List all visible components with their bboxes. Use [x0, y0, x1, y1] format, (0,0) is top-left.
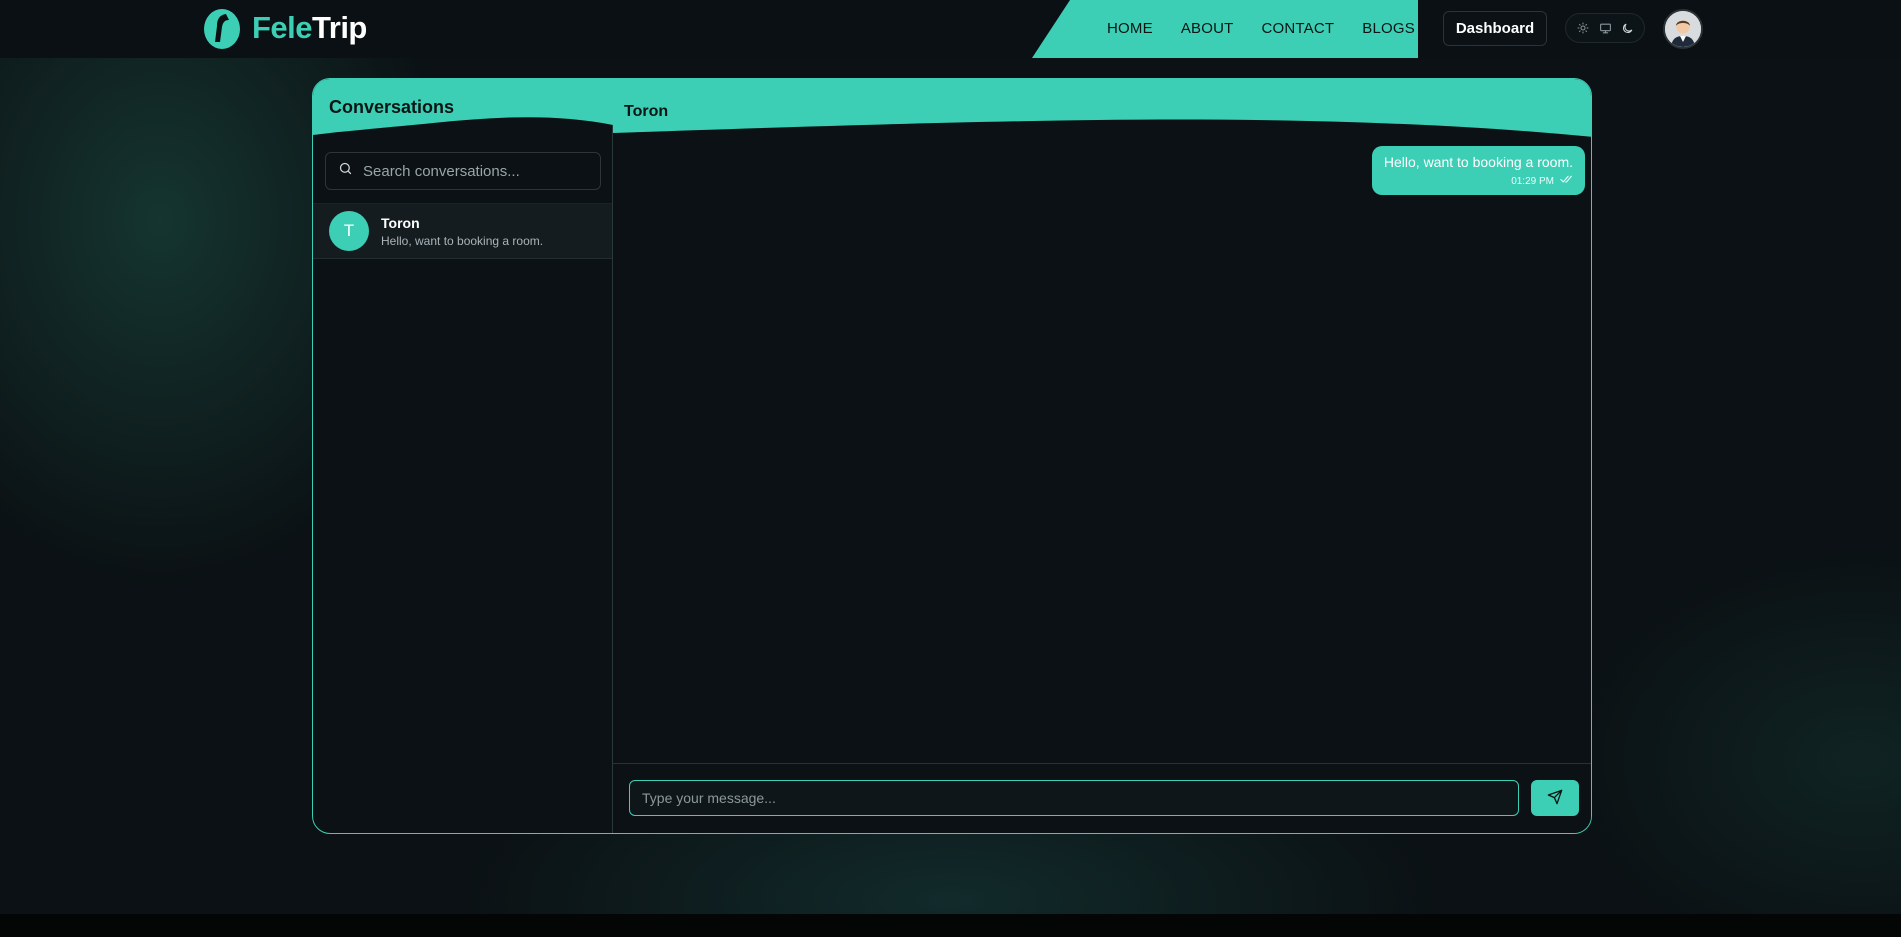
chat-card: Conversations T Toron Hello, want to boo…	[312, 78, 1592, 834]
nav-contact-link[interactable]: CONTACT	[1262, 20, 1335, 37]
message-time: 01:29 PM	[1511, 175, 1554, 187]
brand-name: FeleTrip	[252, 10, 367, 45]
theme-toggle	[1565, 13, 1645, 43]
brand-logo[interactable]: FeleTrip	[202, 6, 367, 50]
bottom-bar	[0, 914, 1901, 937]
monitor-icon[interactable]	[1595, 18, 1615, 38]
nav-about-link[interactable]: ABOUT	[1181, 20, 1234, 37]
double-check-icon	[1560, 175, 1573, 187]
logo-mark-icon	[204, 9, 240, 49]
message-composer	[613, 763, 1591, 833]
sun-icon[interactable]	[1573, 18, 1593, 38]
chat-header: Toron	[613, 79, 1591, 141]
chat-panel: Toron Hello, want to booking a room. 01:…	[613, 79, 1591, 833]
chat-title: Toron	[624, 103, 669, 120]
user-avatar[interactable]	[1663, 9, 1703, 49]
sidebar-title: Conversations	[329, 97, 455, 117]
search-icon	[338, 161, 353, 181]
sidebar-header: Conversations	[313, 79, 613, 141]
search-box	[325, 152, 601, 190]
conversation-avatar: T	[329, 211, 369, 251]
conversation-preview: Hello, want to booking a room.	[381, 234, 544, 248]
send-icon	[1547, 789, 1563, 808]
message-bubble: Hello, want to booking a room. 01:29 PM	[1371, 146, 1585, 195]
dashboard-button[interactable]: Dashboard	[1443, 11, 1547, 46]
nav-blogs-link[interactable]: BLOGS	[1362, 20, 1415, 37]
search-input[interactable]	[363, 162, 583, 180]
message-meta: 01:29 PM	[1384, 175, 1573, 187]
chat-header-wave	[613, 79, 1591, 137]
moon-icon[interactable]	[1617, 18, 1637, 38]
conversation-name: Toron	[381, 215, 420, 231]
user-avatar-icon	[1665, 11, 1701, 47]
message-text: Hello, want to booking a room.	[1383, 154, 1573, 170]
top-header: FeleTrip HOME ABOUT CONTACT BLOGS Dashbo…	[0, 0, 1901, 58]
conversation-item[interactable]: T Toron Hello, want to booking a room.	[313, 203, 612, 259]
main-nav: HOME ABOUT CONTACT BLOGS	[1107, 0, 1415, 56]
send-button[interactable]	[1531, 780, 1579, 816]
nav-home-link[interactable]: HOME	[1107, 20, 1153, 37]
message-input[interactable]	[629, 780, 1519, 816]
conversations-sidebar: Conversations T Toron Hello, want to boo…	[313, 79, 613, 833]
